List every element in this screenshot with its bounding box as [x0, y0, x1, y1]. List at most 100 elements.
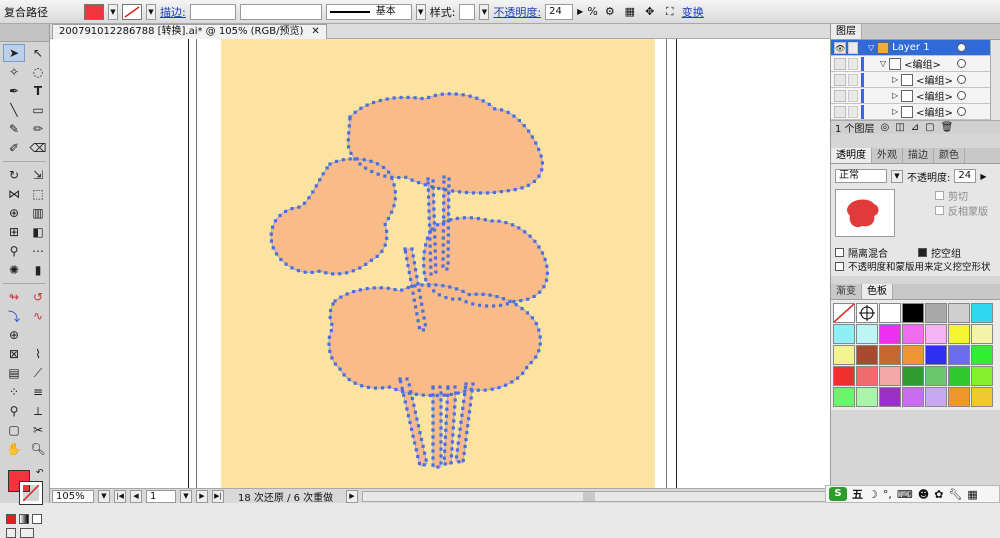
tab-gradient[interactable]: 渐变 — [831, 284, 862, 299]
color-swatch[interactable] — [925, 366, 947, 386]
tab-stroke[interactable]: 描边 — [903, 148, 934, 163]
locate-object-icon[interactable]: ◎ — [881, 122, 890, 133]
layers-scrollbar[interactable] — [990, 40, 1000, 120]
lock-toggle[interactable] — [848, 89, 858, 102]
keyboard-icon[interactable]: ⌨ — [897, 488, 913, 501]
magic-wand-tool-icon[interactable]: ✧ — [3, 63, 25, 81]
recolor-artwork-icon[interactable]: ⚙ — [602, 4, 618, 20]
type-tool-icon[interactable]: T — [27, 82, 49, 100]
color-swatch[interactable] — [902, 387, 924, 407]
fill-color-button[interactable] — [84, 3, 104, 20]
flower-artwork[interactable] — [50, 39, 830, 488]
target-circle-icon[interactable] — [957, 59, 966, 68]
scissors-tool-icon[interactable]: ✂ — [27, 421, 49, 439]
last-artboard-button[interactable]: ▶| — [212, 489, 224, 503]
hand-artboard-icon[interactable]: ▢ — [3, 421, 25, 439]
lock-toggle[interactable] — [848, 73, 858, 86]
layer-row[interactable]: ▷ <编组> — [831, 104, 990, 120]
none-mode-icon[interactable] — [32, 514, 42, 524]
rectangle-tool-icon[interactable]: ▭ — [27, 101, 49, 119]
perspective-grid-tool-icon[interactable]: ▥ — [27, 204, 49, 222]
eyedropper-alt-icon[interactable]: ⚲ — [3, 402, 25, 420]
graph-tool-icon[interactable]: ▤ — [3, 364, 25, 382]
color-swatch[interactable] — [971, 387, 993, 407]
registration-swatch-icon[interactable] — [856, 303, 878, 323]
color-swatch[interactable] — [971, 345, 993, 365]
stroke-link[interactable]: 描边: — [160, 4, 186, 20]
align-tool-icon[interactable]: ≡ — [27, 383, 49, 401]
document-canvas[interactable] — [50, 39, 830, 488]
new-sublayer-icon[interactable]: ⊿ — [911, 122, 919, 133]
artboard-dropdown[interactable]: ▼ — [180, 489, 192, 503]
select-similar-icon[interactable]: ⛶ — [662, 4, 678, 20]
color-swatch[interactable] — [925, 345, 947, 365]
color-swatch[interactable] — [948, 324, 970, 344]
ime-mode-label[interactable]: 五 — [852, 486, 863, 502]
live-paint-bucket-icon[interactable]: ⊕ — [3, 326, 25, 344]
expand-triangle-icon[interactable]: ▷ — [892, 91, 898, 100]
zoom-tool-icon[interactable]: 🔍︎ — [27, 440, 49, 458]
gradient-mode-icon[interactable] — [19, 514, 29, 524]
color-swatch[interactable] — [879, 324, 901, 344]
color-swatch[interactable] — [856, 366, 878, 386]
tab-swatches[interactable]: 色板 — [862, 284, 893, 299]
color-swatch[interactable] — [902, 366, 924, 386]
style-dropdown[interactable]: ▼ — [479, 3, 490, 20]
blob-brush-tool-icon[interactable]: ✐ — [3, 139, 25, 157]
artboard-tool-icon[interactable]: ⊠ — [3, 345, 25, 363]
opacity-link[interactable]: 不透明度: — [493, 4, 541, 20]
selection-tool-icon[interactable]: ➤ — [3, 44, 25, 62]
eyedropper-tool-icon[interactable]: ⚲ — [3, 242, 25, 260]
prev-artboard-button[interactable]: ◀ — [130, 489, 142, 503]
color-swatch[interactable] — [833, 387, 855, 407]
free-transform-tool-icon[interactable]: ⬚ — [27, 185, 49, 203]
pucker-tool-icon[interactable]: ⤵ — [3, 307, 25, 325]
color-swatch[interactable] — [879, 387, 901, 407]
blend-tool-icon[interactable]: ⋯ — [27, 242, 49, 260]
color-swatch[interactable] — [948, 345, 970, 365]
grid-icon[interactable]: ▦ — [967, 488, 977, 501]
color-swatch[interactable] — [902, 303, 924, 323]
hand-tool-icon[interactable]: ✋ — [3, 440, 25, 458]
opacity-field[interactable]: 24 — [545, 3, 574, 20]
warp-tool-icon[interactable]: ↬ — [3, 288, 25, 306]
tab-appearance[interactable]: 外观 — [872, 148, 903, 163]
target-circle-icon[interactable] — [957, 107, 966, 116]
tab-color[interactable]: 颜色 — [934, 148, 965, 163]
panel-opacity-arrow-icon[interactable]: ▶ — [980, 172, 986, 181]
color-swatch[interactable] — [925, 324, 947, 344]
close-icon[interactable]: ✕ — [311, 25, 319, 39]
status-menu-button[interactable]: ▶ — [346, 489, 358, 503]
width-tool-icon[interactable]: ⋈ — [3, 185, 25, 203]
draw-normal-icon[interactable] — [6, 528, 16, 538]
user-icon[interactable]: ☻ — [918, 488, 929, 501]
paintbrush-tool-icon[interactable]: ✎ — [3, 120, 25, 138]
stroke-profile-field[interactable]: 基本 — [325, 3, 412, 20]
color-swatch[interactable] — [879, 303, 901, 323]
screen-mode-icon[interactable] — [20, 528, 34, 538]
stroke-color-button[interactable] — [122, 3, 142, 20]
direct-selection-tool-icon[interactable]: ↖ — [27, 44, 49, 62]
lock-toggle[interactable] — [848, 105, 858, 118]
color-swatch[interactable] — [856, 345, 878, 365]
slice-tool-icon[interactable]: ⌇ — [27, 345, 49, 363]
delete-layer-icon[interactable]: 🗑︎ — [941, 122, 954, 133]
color-swatch[interactable] — [925, 387, 947, 407]
tab-layers[interactable]: 图层 — [831, 24, 862, 39]
visibility-eye-icon[interactable] — [834, 105, 846, 118]
target-circle-icon[interactable] — [957, 43, 966, 52]
color-swatch[interactable] — [856, 387, 878, 407]
object-thumbnail[interactable] — [835, 189, 895, 237]
gradient-tool-icon[interactable]: ◧ — [27, 223, 49, 241]
color-swatch[interactable] — [948, 387, 970, 407]
zoom-field[interactable]: 105% — [52, 489, 94, 503]
mesh-tool-icon[interactable]: ⊞ — [3, 223, 25, 241]
layer-row-layer-1[interactable]: 👁︎ ▽ Layer 1 — [831, 40, 990, 56]
swap-fill-stroke-icon[interactable]: ↶ — [36, 468, 44, 478]
zoom-dropdown[interactable]: ▼ — [98, 489, 110, 503]
layer-row[interactable]: ▽ <编组> — [831, 56, 990, 72]
lock-toggle[interactable] — [848, 41, 858, 54]
visibility-eye-icon[interactable] — [834, 57, 846, 70]
skin-icon[interactable]: ✿ — [934, 488, 943, 501]
clip-checkbox[interactable] — [935, 190, 944, 200]
